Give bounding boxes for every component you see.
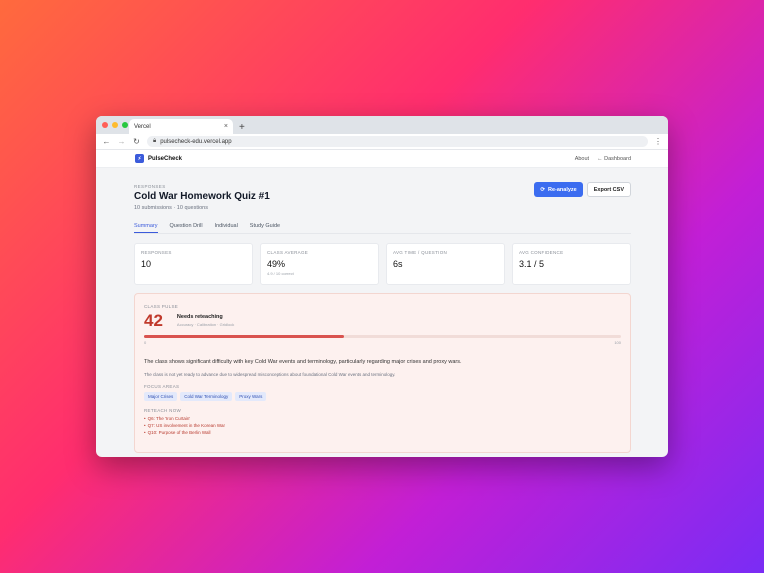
pulse-logo-icon: ⚡︎ bbox=[135, 154, 144, 163]
stat-cards: RESPONSES 10 CLASS AVERAGE 49% 4.9 / 10 … bbox=[134, 243, 631, 285]
reteach-text: Q6: The 'Iron Curtain' bbox=[147, 416, 191, 421]
focus-areas-label: FOCUS AREAS bbox=[144, 384, 180, 389]
focus-areas: Major Crises Cold War Terminology Proxy … bbox=[144, 392, 621, 401]
focus-chip[interactable]: Proxy Wars bbox=[235, 392, 267, 401]
bullet-icon: • bbox=[144, 416, 146, 421]
forward-arrow-icon[interactable]: → bbox=[117, 137, 126, 146]
back-arrow-icon[interactable]: ← bbox=[102, 137, 111, 146]
verdict-title: Needs reteaching bbox=[176, 314, 223, 320]
page-subtitle: 10 submissions · 10 questions bbox=[134, 205, 208, 211]
dashboard-link[interactable]: ← Dashboard bbox=[597, 156, 631, 162]
stat-card-responses: RESPONSES 10 bbox=[134, 243, 253, 285]
app-header: ⚡︎ PulseCheck About ← Dashboard bbox=[96, 150, 668, 168]
minimize-window-button[interactable] bbox=[112, 122, 118, 128]
reteach-text: Q10: Purpose of the Berlin Wall bbox=[147, 430, 211, 435]
tick-max: 100 bbox=[614, 340, 621, 345]
tab-question-drill[interactable]: Question Drill bbox=[170, 221, 203, 233]
maximize-window-button[interactable] bbox=[122, 122, 128, 128]
pulse-progress-fill bbox=[144, 335, 345, 338]
stat-label: RESPONSES bbox=[141, 250, 172, 255]
stat-card-avg-confidence: AVG CONFIDENCE 3.1 / 5 bbox=[512, 243, 631, 285]
brand[interactable]: ⚡︎ PulseCheck bbox=[135, 154, 182, 163]
stat-sub: 4.9 / 10 correct bbox=[267, 271, 294, 276]
browser-window: Vercel × + ← → ↻ 🔒︎ pulsecheck-edu.verce… bbox=[96, 116, 668, 457]
pulse-score: 42 bbox=[144, 311, 163, 330]
tick-min: 0 bbox=[144, 340, 147, 345]
tab-individual[interactable]: Individual bbox=[215, 221, 238, 233]
stat-card-avg-time: AVG TIME / QUESTION 6s bbox=[386, 243, 505, 285]
stat-value: 10 bbox=[141, 259, 152, 269]
brand-name: PulseCheck bbox=[148, 155, 183, 162]
url-field[interactable]: 🔒︎ pulsecheck-edu.vercel.app bbox=[147, 136, 648, 147]
lock-icon: 🔒︎ bbox=[153, 138, 157, 144]
bullet-icon: • bbox=[144, 423, 146, 428]
page-actions: ⟳ Re-analyze Export CSV bbox=[534, 182, 631, 197]
close-window-button[interactable] bbox=[102, 122, 108, 128]
address-bar: ← → ↻ 🔒︎ pulsecheck-edu.vercel.app ⋮ bbox=[96, 134, 668, 150]
pulse-summary: The class shows significant difficulty w… bbox=[144, 359, 462, 365]
re-analyze-button[interactable]: ⟳ Re-analyze bbox=[534, 182, 583, 197]
score-row: 42 Needs reteaching Accuracy · Calibrati… bbox=[144, 312, 621, 329]
stat-label: AVG TIME / QUESTION bbox=[393, 250, 448, 255]
reteach-text: Q7: US involvement in the Korean War bbox=[147, 423, 225, 428]
reteach-list: • Q6: The 'Iron Curtain' • Q7: US involv… bbox=[144, 416, 621, 435]
pulse-label: CLASS PULSE bbox=[144, 304, 179, 309]
stat-value: 6s bbox=[393, 259, 403, 269]
pulse-note: The class is not yet ready to advance du… bbox=[144, 372, 396, 377]
tab-summary[interactable]: Summary bbox=[134, 221, 158, 233]
refresh-icon: ⟳ bbox=[540, 186, 545, 193]
verdict-subtitle: Accuracy · Calibration · Gridlock bbox=[176, 322, 235, 327]
new-tab-icon[interactable]: + bbox=[239, 122, 245, 133]
url-text: pulsecheck-edu.vercel.app bbox=[160, 138, 232, 145]
stat-label: AVG CONFIDENCE bbox=[519, 250, 564, 255]
browser-tab[interactable]: Vercel × bbox=[129, 119, 233, 134]
focus-chip[interactable]: Cold War Terminology bbox=[180, 392, 233, 401]
stat-value: 3.1 / 5 bbox=[519, 259, 545, 269]
reteach-item[interactable]: • Q7: US involvement in the Korean War bbox=[144, 423, 621, 428]
stat-label: CLASS AVERAGE bbox=[267, 250, 309, 255]
main-content: RESPONSES Cold War Homework Quiz #1 10 s… bbox=[134, 182, 631, 453]
tab-study-guide[interactable]: Study Guide bbox=[250, 221, 280, 233]
tab-close-icon[interactable]: × bbox=[224, 123, 228, 130]
stat-value: 49% bbox=[267, 259, 286, 269]
kebab-menu-icon[interactable]: ⋮ bbox=[654, 137, 662, 146]
header-nav: About ← Dashboard bbox=[575, 156, 631, 162]
view-tabs: Summary Question Drill Individual Study … bbox=[134, 221, 631, 234]
tab-bar: Vercel × + bbox=[96, 116, 668, 134]
export-csv-button[interactable]: Export CSV bbox=[586, 182, 631, 197]
reload-icon[interactable]: ↻ bbox=[132, 137, 141, 146]
stat-card-class-average: CLASS AVERAGE 49% 4.9 / 10 correct bbox=[260, 243, 379, 285]
tab-title: Vercel bbox=[134, 123, 151, 130]
reteach-item[interactable]: • Q10: Purpose of the Berlin Wall bbox=[144, 430, 621, 435]
reteach-label: RETEACH NOW bbox=[144, 408, 182, 413]
pulse-progress-bar bbox=[144, 335, 621, 338]
reteach-item[interactable]: • Q6: The 'Iron Curtain' bbox=[144, 416, 621, 421]
re-analyze-label: Re-analyze bbox=[547, 186, 577, 193]
class-pulse-card: CLASS PULSE 42 Needs reteaching Accuracy… bbox=[134, 293, 631, 453]
progress-ticks: 0 100 bbox=[144, 340, 621, 345]
about-link[interactable]: About bbox=[575, 156, 589, 162]
verdict: Needs reteaching Accuracy · Calibration … bbox=[177, 314, 234, 327]
page-header: RESPONSES Cold War Homework Quiz #1 10 s… bbox=[134, 182, 631, 211]
bullet-icon: • bbox=[144, 430, 146, 435]
focus-chip[interactable]: Major Crises bbox=[144, 392, 178, 401]
window-controls bbox=[102, 122, 128, 128]
